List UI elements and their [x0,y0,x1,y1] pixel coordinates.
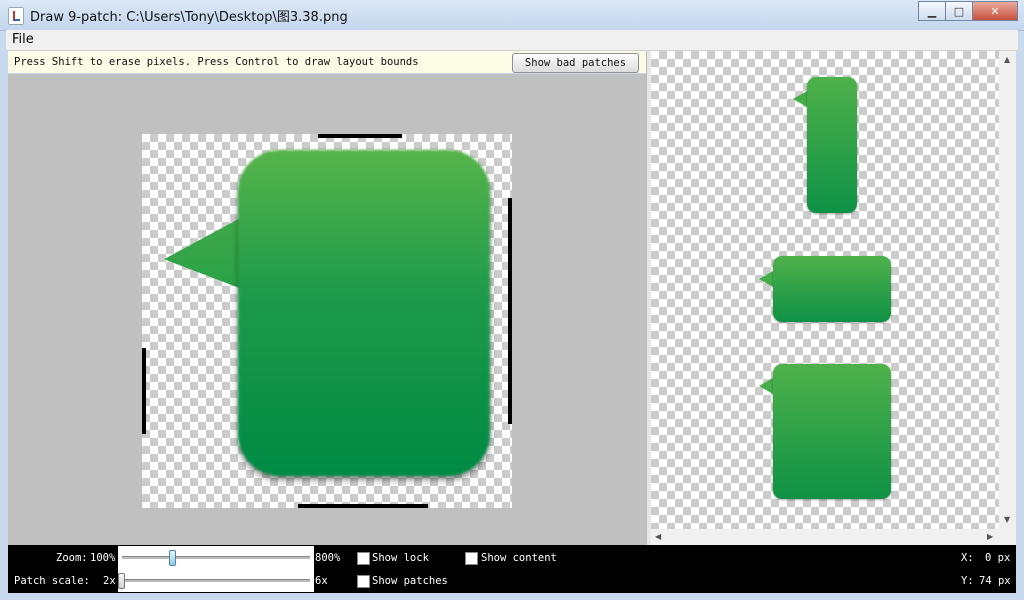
bubble-tail-shape [164,216,244,290]
preview-horizontal-scrollbar[interactable]: ◀ ▶ [651,529,999,545]
y-coordinate-label: Y: [961,575,974,587]
zoom-slider[interactable] [118,546,314,569]
zoom-min-label: 100% [90,552,116,564]
menu-bar: File [6,30,1018,51]
preview-large-tail [759,378,773,394]
show-content-checkbox[interactable] [465,552,478,565]
top-stretch-marker [318,134,402,138]
hint-text: Press Shift to erase pixels. Press Contr… [14,56,419,68]
show-content-label[interactable]: Show content [481,552,557,564]
show-lock-checkbox[interactable] [357,552,370,565]
x-coordinate-label: X: [961,552,974,564]
scroll-corner [999,529,1016,545]
left-stretch-marker [142,348,146,434]
show-lock-label[interactable]: Show lock [372,552,429,564]
window-title: Draw 9-patch: C:\Users\Tony\Desktop\图3.3… [30,10,348,25]
zoom-max-label: 800% [315,552,341,564]
patch-scale-slider[interactable] [118,569,314,592]
show-patches-checkbox[interactable] [357,575,370,588]
zoom-label: Zoom: [56,552,88,564]
x-coordinate-value: 0 px [985,552,1011,564]
speech-bubble-image [238,150,490,476]
bottom-content-marker [298,504,428,508]
image-canvas[interactable] [142,134,512,508]
preview-vertical-scrollbar[interactable]: ▲ ▼ [999,51,1016,529]
scroll-down-arrow-icon[interactable]: ▼ [1004,515,1010,524]
scroll-up-arrow-icon[interactable]: ▲ [1004,55,1010,64]
minimize-button[interactable]: ▁ [918,1,946,21]
show-bad-patches-button[interactable]: Show bad patches [512,53,639,73]
preview-wide-tail [759,271,773,287]
patch-scale-max-label: 6x [315,575,328,587]
right-content-marker [508,198,512,424]
title-bar: Draw 9-patch: C:\Users\Tony\Desktop\图3.3… [0,0,1024,31]
scroll-right-arrow-icon[interactable]: ▶ [987,532,993,541]
window-bottom-border [0,593,1024,600]
patch-scale-min-label: 2x [103,575,116,587]
patch-scale-label: Patch scale: [14,575,90,587]
preview-tall-bubble [807,77,857,213]
stretch-preview [651,51,999,529]
patch-scale-slider-thumb[interactable] [118,573,125,589]
close-button[interactable]: ✕ [972,1,1018,21]
y-coordinate-value: 74 px [979,575,1011,587]
scroll-left-arrow-icon[interactable]: ◀ [655,532,661,541]
patch-editor[interactable] [8,74,646,545]
preview-large-bubble [773,364,891,499]
java-app-icon [8,7,24,25]
control-bar: Zoom: 100% 800% Patch scale: 2x 6x Show … [8,545,1016,593]
menu-file[interactable]: File [12,32,34,47]
window-controls: ▁ □ ✕ [918,1,1018,21]
zoom-slider-thumb[interactable] [169,550,176,566]
maximize-button[interactable]: □ [945,1,973,21]
hint-bar: Press Shift to erase pixels. Press Contr… [8,51,646,73]
show-patches-label[interactable]: Show patches [372,575,448,587]
preview-wide-bubble [773,256,891,322]
preview-tall-tail [793,91,807,107]
